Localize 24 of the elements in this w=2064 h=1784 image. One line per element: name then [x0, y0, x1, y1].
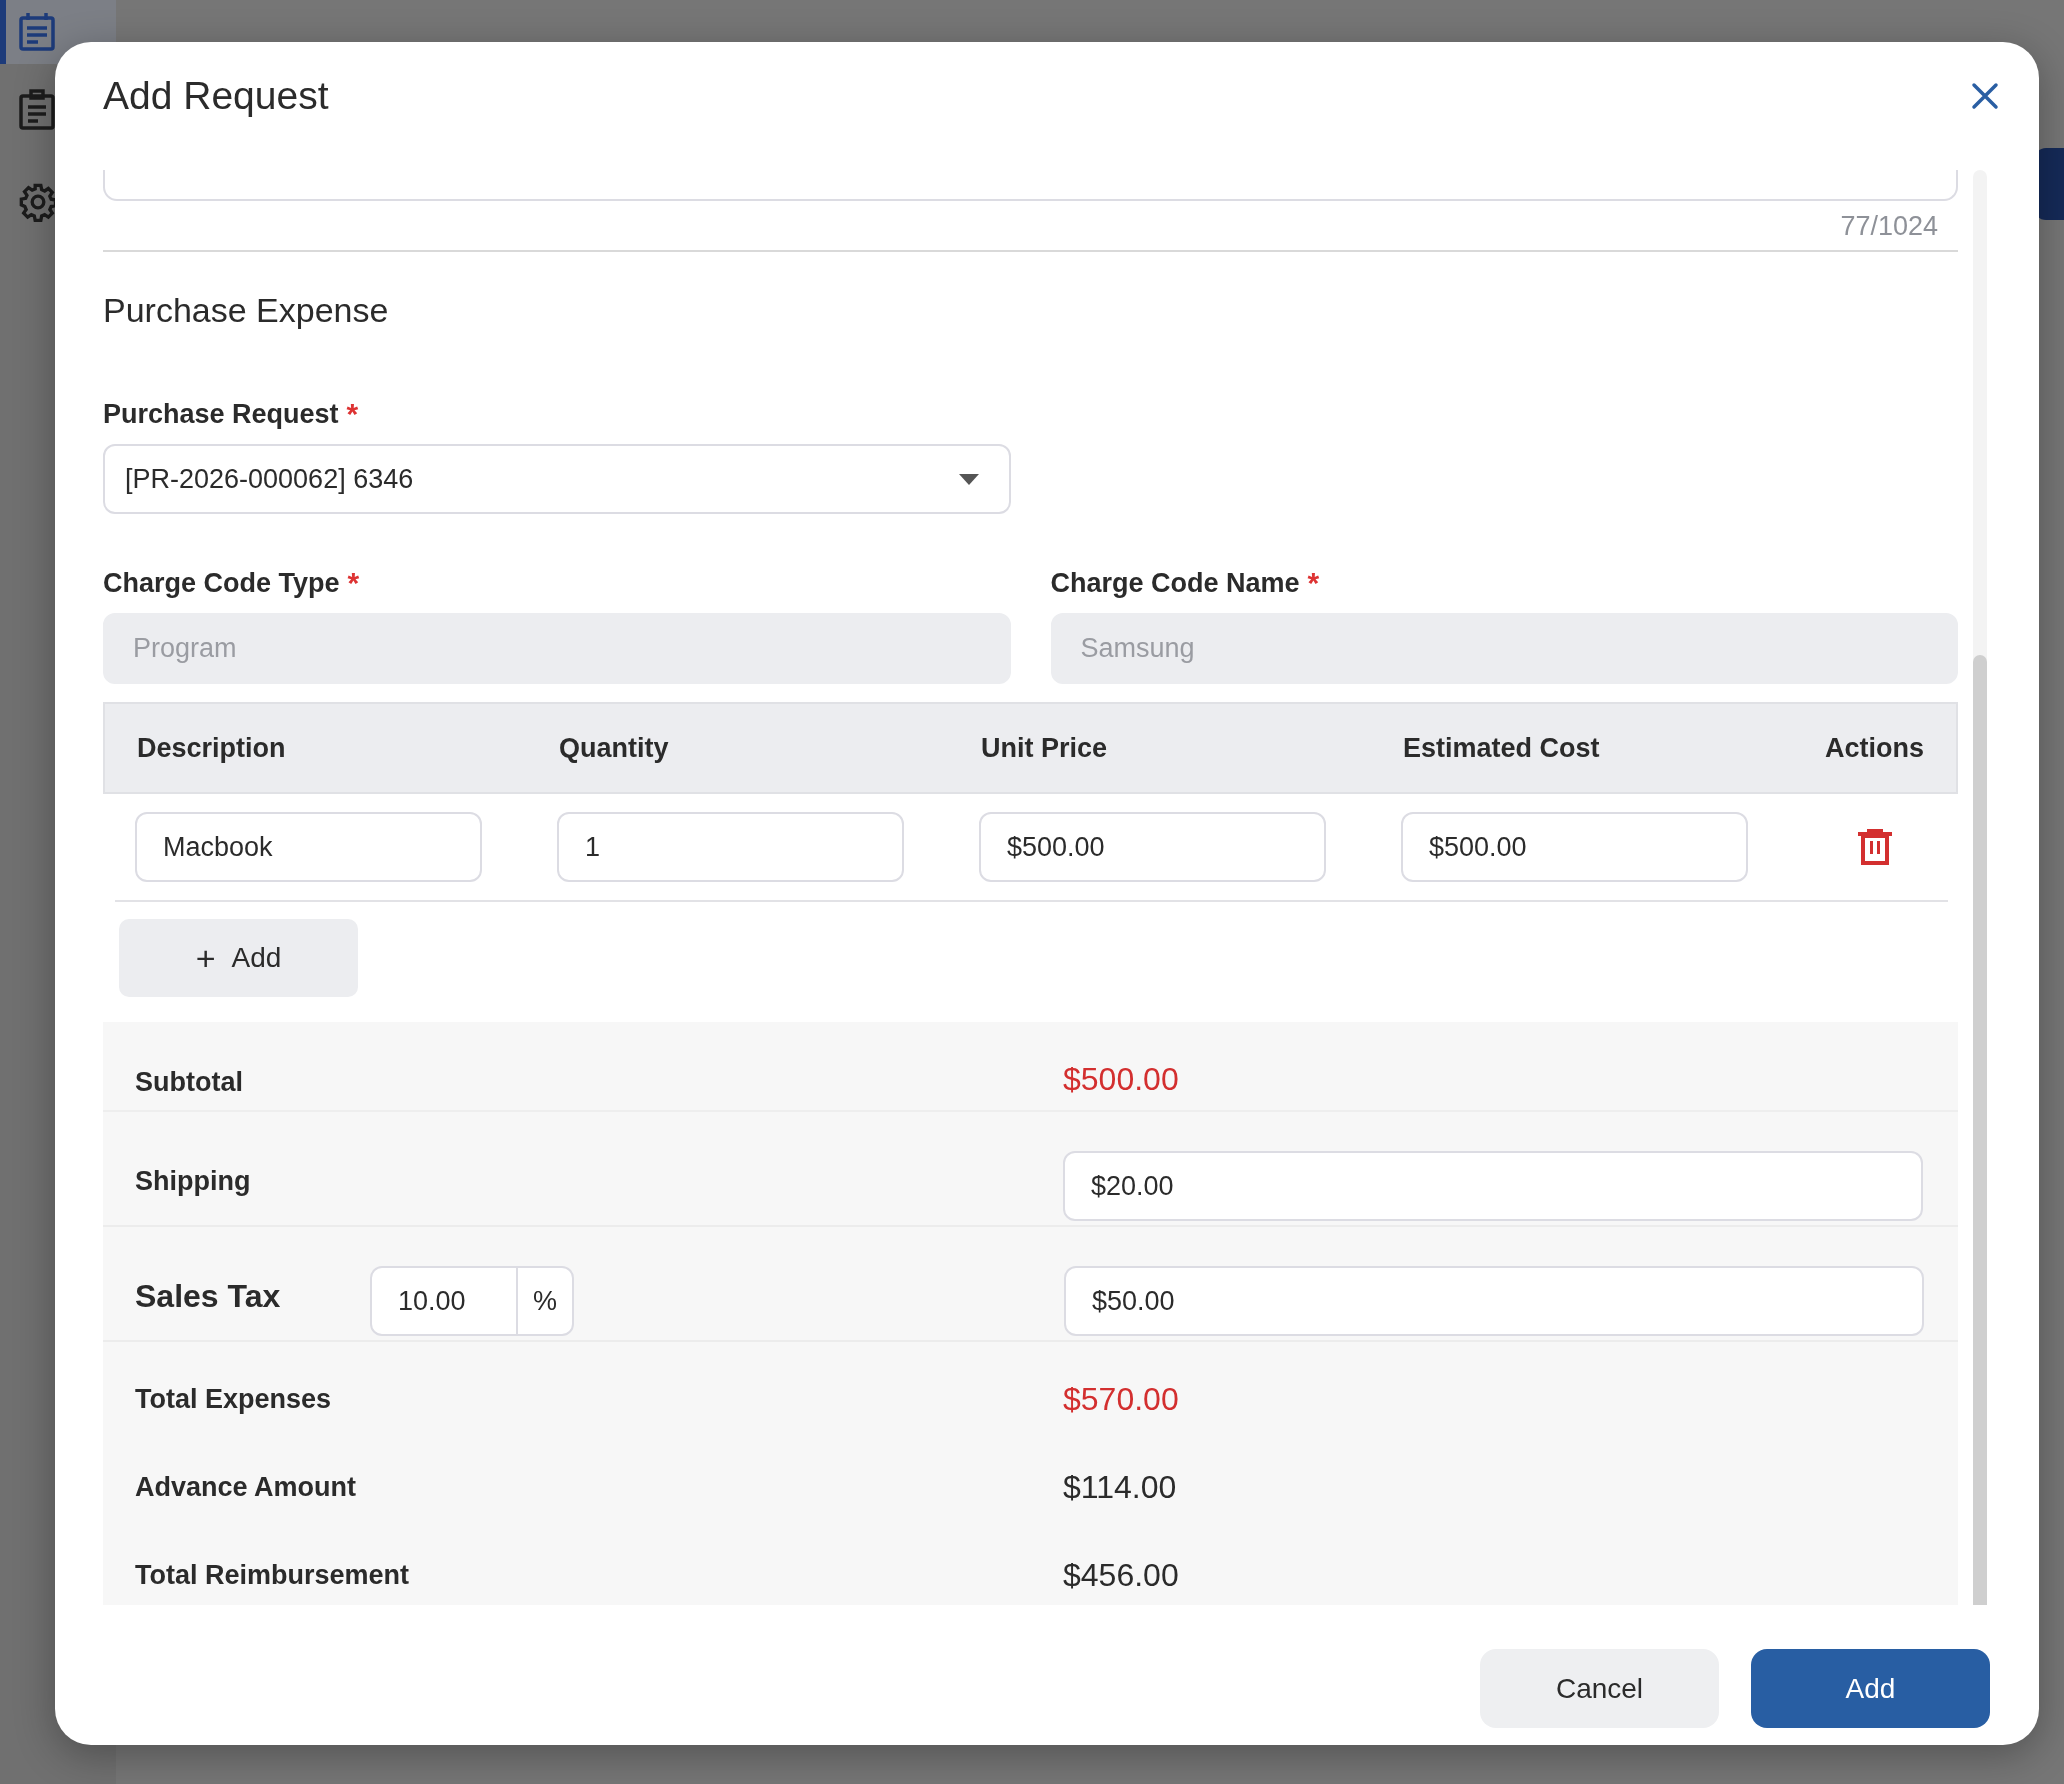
- summary-value: $456.00: [1063, 1556, 1179, 1594]
- summary-label: Shipping: [135, 1165, 252, 1197]
- required-mark: *: [346, 398, 359, 430]
- column-header: Description: [137, 732, 287, 764]
- column-header: Quantity: [559, 732, 670, 764]
- column-header: Actions: [1825, 732, 1925, 764]
- field-label: Charge Code Type: [103, 567, 340, 599]
- field-label: Purchase Request: [103, 398, 339, 430]
- required-mark: *: [347, 567, 360, 599]
- section-title: Purchase Expense: [103, 290, 390, 331]
- summary-label: Total Reimbursement: [135, 1559, 411, 1591]
- summary-label: Sales Tax: [135, 1277, 282, 1315]
- summary-label: Total Expenses: [135, 1383, 333, 1415]
- summary-label: Subtotal: [135, 1067, 244, 1098]
- summary-value: $570.00: [1063, 1380, 1179, 1418]
- summary-value: $114.00: [1063, 1468, 1177, 1506]
- character-counter: 77/1024: [1839, 211, 1939, 241]
- summary-label: Advance Amount: [135, 1471, 358, 1503]
- summary-value: $500.00: [1063, 1061, 1179, 1098]
- column-header: Unit Price: [981, 732, 1109, 764]
- dialog-title: Add Request: [103, 74, 329, 118]
- field-label: Charge Code Name: [1050, 567, 1300, 599]
- required-mark: *: [1307, 567, 1320, 599]
- column-header: Estimated Cost: [1403, 732, 1601, 764]
